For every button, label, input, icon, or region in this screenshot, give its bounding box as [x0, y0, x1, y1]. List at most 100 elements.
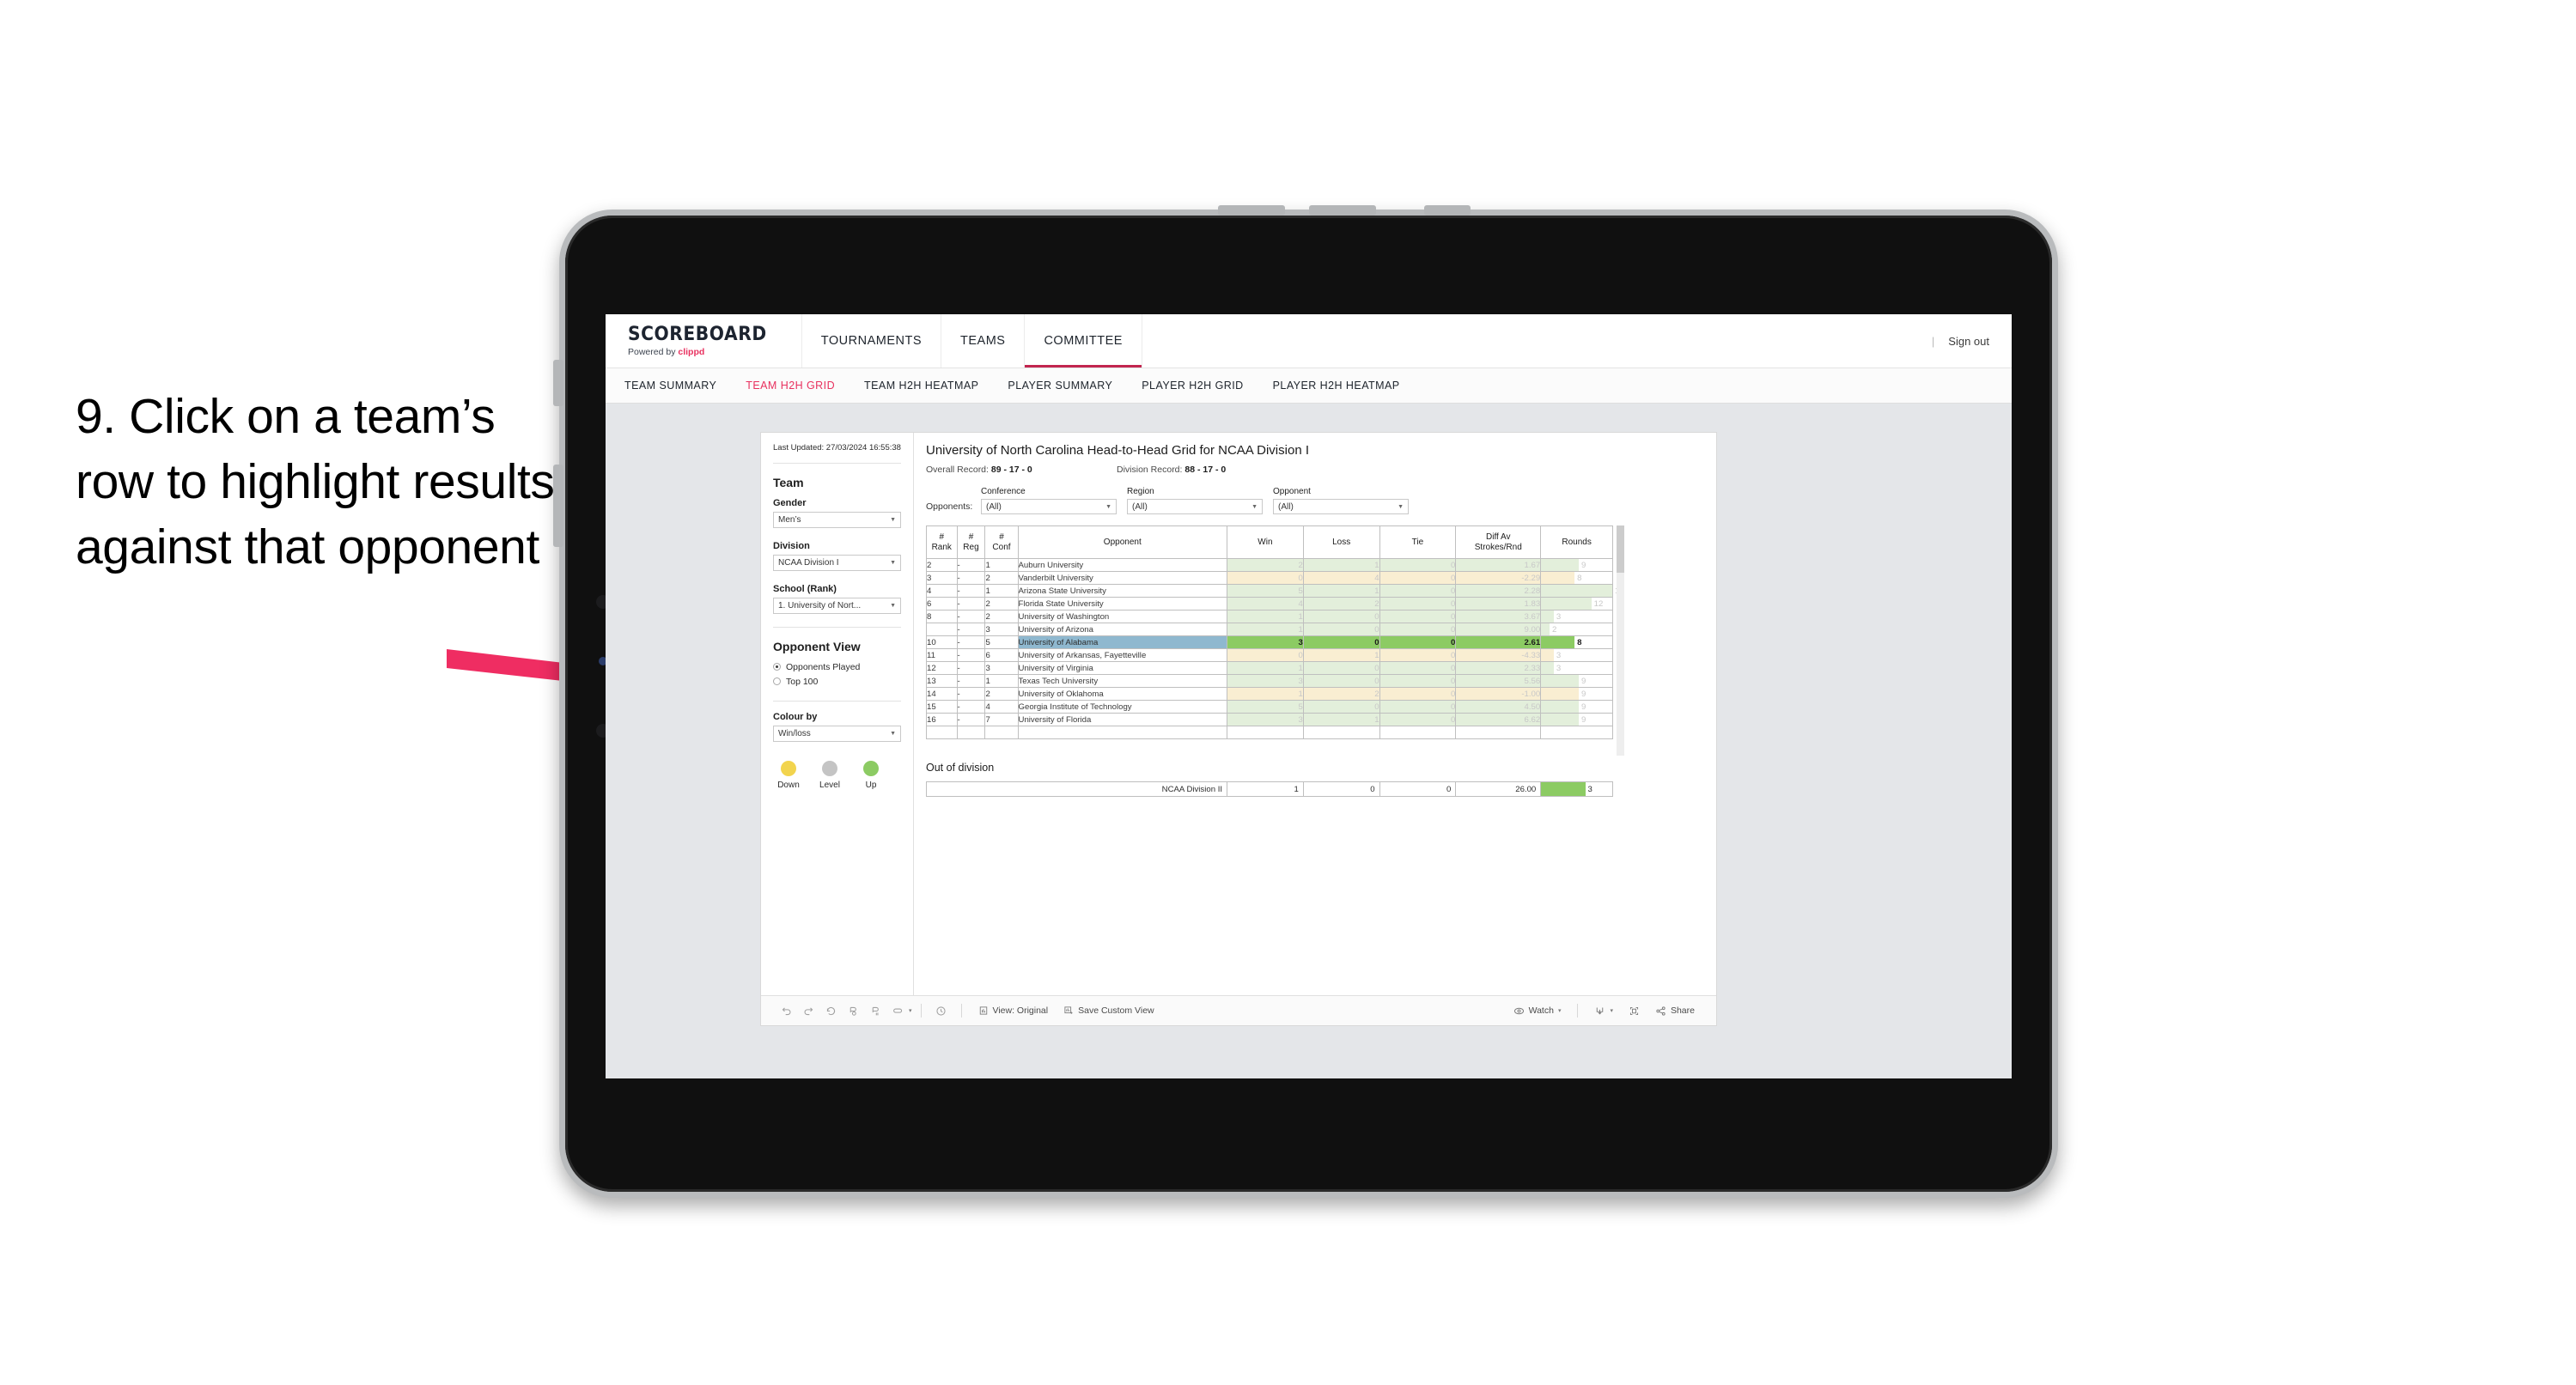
- cell-tie-value: 0: [1450, 702, 1456, 712]
- table-row[interactable]: -3 University of Arizona 1 0 0 9.00 2: [926, 623, 1613, 636]
- subnav-item-player-h2h-heatmap[interactable]: PLAYER H2H HEATMAP: [1273, 380, 1400, 392]
- table-row[interactable]: 8-2 University of Washington 1 0 0 3.67 3: [926, 610, 1613, 623]
- subnav-item-player-summary[interactable]: PLAYER SUMMARY: [1008, 380, 1112, 392]
- rounds-bar: [1541, 662, 1554, 674]
- filter-region-value: (All): [1132, 501, 1148, 512]
- table-row[interactable]: 2-1 Auburn University 2 1 0 1.67 9: [926, 558, 1613, 572]
- cell-opponent: Texas Tech University: [1017, 674, 1228, 688]
- share-button[interactable]: Share: [1647, 1001, 1702, 1020]
- subnav-item-player-h2h-grid[interactable]: PLAYER H2H GRID: [1142, 380, 1243, 392]
- cell-diff-value: 1.83: [1524, 598, 1541, 609]
- redo-icon[interactable]: [797, 1001, 819, 1020]
- col-win[interactable]: Win: [1227, 525, 1304, 559]
- cell-win-value: 3: [1298, 637, 1303, 647]
- gender-select[interactable]: Men’s ▼: [773, 511, 901, 528]
- col-rounds[interactable]: Rounds: [1540, 525, 1613, 559]
- col-rank[interactable]: # Rank: [926, 525, 958, 559]
- watch-button[interactable]: Watch ▾: [1506, 1001, 1569, 1020]
- table-row[interactable]: 13-1 Texas Tech University 3 0 0 5.56 9: [926, 674, 1613, 688]
- cell-tie: 0: [1379, 661, 1457, 675]
- table-vertical-scrollbar[interactable]: [1617, 525, 1624, 756]
- cell-loss: 4: [1302, 571, 1380, 585]
- table-row[interactable]: 4-1Arizona State University5102.2817: [926, 584, 1624, 598]
- chevron-down-icon: ▾: [1557, 1008, 1562, 1014]
- cell-rank: 11: [926, 648, 958, 662]
- table-row[interactable]: 12-3 University of Virginia 1 0 0 2.33 3: [926, 661, 1613, 675]
- division-record-label: Division Record:: [1117, 465, 1185, 475]
- viz-toolbar: ▾ View: Original Save Custom View Watch …: [761, 995, 1716, 1025]
- division-select[interactable]: NCAA Division I ▼: [773, 554, 901, 571]
- colour-by-value: Win/loss: [778, 728, 811, 738]
- cell-tie-value: 0: [1450, 637, 1456, 647]
- cell-win: 5: [1227, 700, 1304, 714]
- viz-container: Last Updated: 27/03/2024 16:55:38 Team G…: [760, 432, 1717, 1026]
- view-original-button[interactable]: View: Original: [971, 1001, 1057, 1020]
- cell-rounds-value: 3: [1556, 611, 1562, 622]
- brand-logo[interactable]: SCOREBOARD Powered by clippd: [606, 314, 802, 368]
- nav-item-committee[interactable]: COMMITTEE: [1025, 314, 1142, 368]
- subnav-item-team-h2h-heatmap[interactable]: TEAM H2H HEATMAP: [864, 380, 978, 392]
- rounds-bar: [1541, 649, 1554, 661]
- nav-item-tournaments[interactable]: TOURNAMENTS: [802, 314, 941, 368]
- pause-icon[interactable]: [864, 1001, 886, 1020]
- table-row[interactable]: 3-2 Vanderbilt University 0 4 0 -2.29 8: [926, 571, 1613, 585]
- cell-tie: 0: [1379, 584, 1457, 598]
- chevron-down-icon: ▾: [1610, 1008, 1613, 1014]
- colour-by-select[interactable]: Win/loss ▼: [773, 725, 901, 742]
- rounds-bar: [1541, 714, 1580, 726]
- refresh-icon[interactable]: [842, 1001, 864, 1020]
- legend-label-level: Level: [819, 780, 840, 790]
- cell-win: 0: [1227, 571, 1304, 585]
- download-button[interactable]: ▾: [1586, 1001, 1621, 1020]
- table-row[interactable]: 6-2 Florida State University 4 2 0 1.83 12: [926, 597, 1613, 610]
- tablet-device-frame: SCOREBOARD Powered by clippd TOURNAMENTS…: [553, 205, 2058, 1198]
- subnav-item-team-summary[interactable]: TEAM SUMMARY: [624, 380, 716, 392]
- fullscreen-button[interactable]: [1621, 1001, 1647, 1020]
- col-conf[interactable]: # Conf: [984, 525, 1019, 559]
- table-scrollbar-thumb[interactable]: [1617, 525, 1624, 573]
- radio-opponents-played[interactable]: Opponents Played: [773, 662, 901, 672]
- table-row[interactable]: 15-4 Georgia Institute of Technology 5 0 0 4.…: [926, 700, 1613, 714]
- cell-fill: [1303, 585, 1379, 597]
- nav-item-teams[interactable]: TEAMS: [941, 314, 1026, 368]
- table-filler-row: [926, 726, 1613, 739]
- cell-loss: 0: [1302, 661, 1380, 675]
- save-custom-view-button[interactable]: Save Custom View: [1056, 1001, 1162, 1020]
- device-button-top-2: [1309, 205, 1376, 216]
- subnav-item-team-h2h-grid[interactable]: TEAM H2H GRID: [746, 380, 835, 392]
- cell-fill: [1379, 610, 1456, 623]
- toolbar-divider-3: [1577, 1004, 1579, 1017]
- filter-conference-select[interactable]: (All) ▼: [981, 499, 1117, 514]
- clock-icon[interactable]: [930, 1001, 953, 1020]
- view-original-loop-icon[interactable]: [886, 1001, 909, 1020]
- col-tie[interactable]: Tie: [1379, 525, 1457, 559]
- out-of-division-body: NCAA Division II 1 0 0 26.00 3: [925, 781, 1613, 797]
- colour-by-label: Colour by: [773, 711, 818, 722]
- sign-out-link[interactable]: Sign out: [1948, 335, 1989, 348]
- col-opponent[interactable]: Opponent: [1017, 525, 1228, 559]
- h2h-table: # Rank # Reg # Conf Opponent Win Loss Tie D…: [926, 525, 1624, 739]
- out-of-division-row[interactable]: NCAA Division II 1 0 0 26.00 3: [925, 781, 1613, 797]
- table-row[interactable]: 14-2 University of Oklahoma 1 2 0 -1.00 9: [926, 687, 1613, 701]
- cell-loss-value: 0: [1374, 663, 1379, 673]
- school-select[interactable]: 1. University of Nort... ▼: [773, 597, 901, 614]
- undo-icon[interactable]: [775, 1001, 797, 1020]
- cell-tie: 0: [1379, 674, 1457, 688]
- table-row[interactable]: 16-7 University of Florida 3 1 0 6.62 9: [926, 713, 1613, 726]
- cell-opponent: University of Arkansas, Fayetteville: [1017, 648, 1228, 662]
- col-reg[interactable]: # Reg: [956, 525, 986, 559]
- ood-cell-loss: 0: [1302, 781, 1380, 797]
- filter-conference: Conference (All) ▼: [981, 487, 1117, 514]
- filter-opponent-select[interactable]: (All) ▼: [1273, 499, 1409, 514]
- radio-top-100[interactable]: Top 100: [773, 677, 901, 687]
- col-loss[interactable]: Loss: [1302, 525, 1380, 559]
- col-diff-av-strokes[interactable]: Diff Av Strokes/Rnd: [1455, 525, 1542, 559]
- table-row[interactable]: 11-6 University of Arkansas, Fayetteville…: [926, 648, 1613, 662]
- cell-rounds-value: 2: [1551, 624, 1557, 635]
- filter-region-select[interactable]: (All) ▼: [1127, 499, 1263, 514]
- cell-diff: 5.56: [1455, 674, 1542, 688]
- revert-icon[interactable]: [819, 1001, 842, 1020]
- chevron-down-icon[interactable]: ▾: [909, 1007, 912, 1014]
- cell-fill: [1227, 714, 1303, 726]
- table-row[interactable]: 10-5 University of Alabama 3 0 0 2.61 8: [926, 635, 1613, 649]
